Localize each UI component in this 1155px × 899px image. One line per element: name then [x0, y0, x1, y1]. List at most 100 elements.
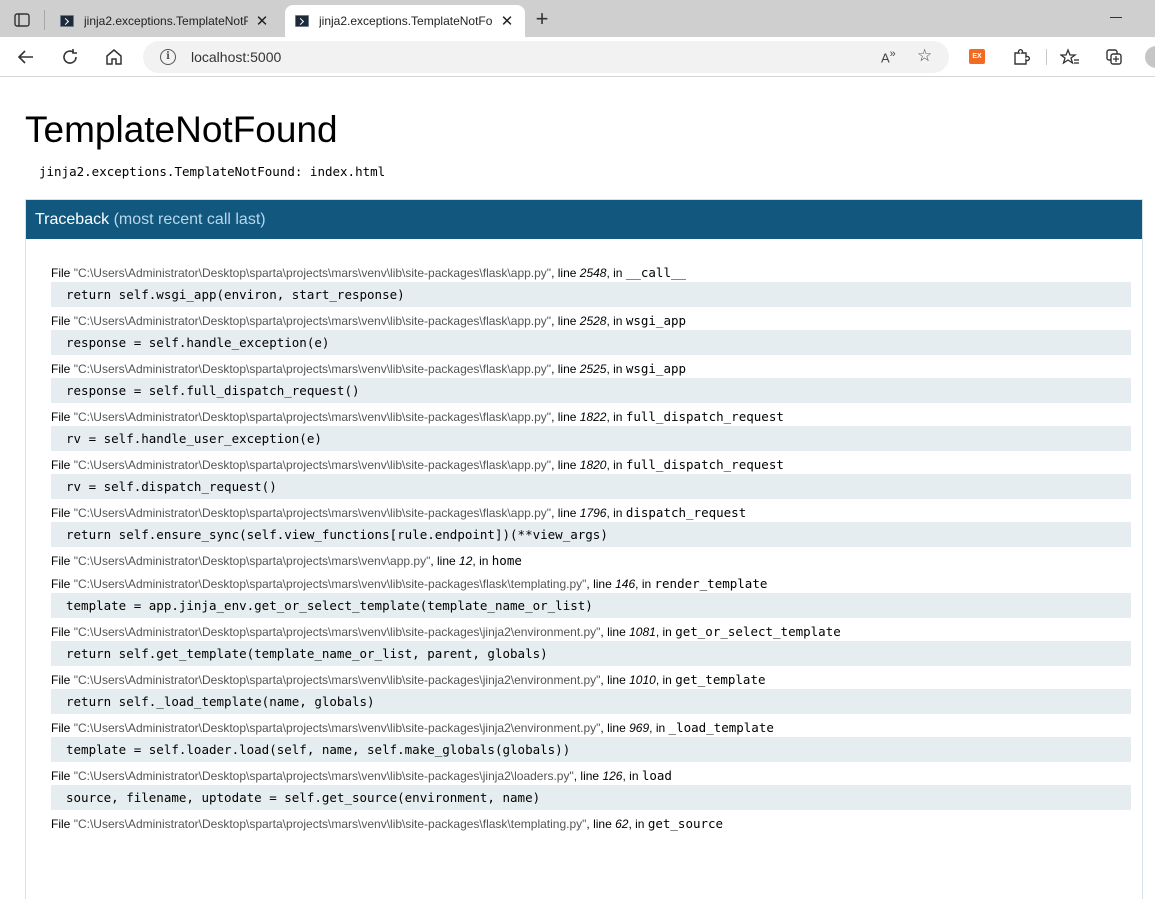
file-label: File [51, 314, 71, 328]
frame-source-line[interactable]: response = self.handle_exception(e) [51, 330, 1131, 355]
traceback-frame[interactable]: File "C:\Users\Administrator\Desktop\spa… [51, 311, 1131, 355]
refresh-icon [63, 49, 77, 64]
frame-file-path: "C:\Users\Administrator\Desktop\sparta\p… [73, 458, 552, 472]
traceback-frame[interactable]: File "C:\Users\Administrator\Desktop\spa… [51, 263, 1131, 307]
in-label: in [662, 673, 672, 687]
line-label: line [437, 554, 456, 568]
extensions-button[interactable] [1007, 43, 1035, 71]
frame-function-name: _load_template [668, 720, 774, 735]
file-label: File [51, 817, 71, 831]
home-icon [106, 49, 122, 65]
site-info-icon[interactable]: i [160, 49, 176, 65]
frame-source-line[interactable]: rv = self.handle_user_exception(e) [51, 426, 1131, 451]
browser-tab-2[interactable]: jinja2.exceptions.TemplateNotFou ✕ [285, 5, 525, 37]
line-label: line [607, 721, 626, 735]
add-favorite-icon[interactable]: ☆ [917, 46, 932, 66]
frame-location: File "C:\Users\Administrator\Desktop\spa… [51, 505, 747, 520]
address-bar[interactable]: i localhost:5000 A» ☆ [143, 41, 949, 73]
traceback-frame[interactable]: File "C:\Users\Administrator\Desktop\spa… [51, 622, 1131, 666]
line-label: line [593, 577, 612, 591]
in-label: in [629, 769, 639, 783]
browser-toolbar: i localhost:5000 A» ☆ EX [0, 37, 1155, 77]
tab-actions-button[interactable] [8, 8, 36, 32]
frame-source-line[interactable]: response = self.full_dispatch_request() [51, 378, 1131, 403]
frame-line-number: 1796 [579, 506, 607, 520]
tab-separator [44, 10, 45, 30]
tab-actions-icon [14, 13, 30, 27]
file-label: File [51, 362, 71, 376]
traceback-subheading: (most recent call last) [113, 211, 266, 228]
frame-file-path: "C:\Users\Administrator\Desktop\sparta\p… [73, 673, 601, 687]
frame-line-number: 146 [615, 577, 636, 591]
minimize-window-icon[interactable] [1110, 17, 1122, 18]
frame-source-line[interactable]: source, filename, uptodate = self.get_so… [51, 785, 1131, 810]
traceback-frame[interactable]: File "C:\Users\Administrator\Desktop\spa… [51, 574, 1131, 618]
collections-button[interactable] [1100, 43, 1128, 71]
frame-line-number: 969 [629, 721, 650, 735]
traceback-frame[interactable]: File "C:\Users\Administrator\Desktop\spa… [51, 407, 1131, 451]
line-label: line [557, 410, 577, 424]
in-label: in [613, 314, 623, 328]
tab-title: jinja2.exceptions.TemplateNotFou [84, 14, 248, 28]
traceback-frame[interactable]: File "C:\Users\Administrator\Desktop\spa… [51, 551, 1131, 570]
traceback-frame[interactable]: File "C:\Users\Administrator\Desktop\spa… [51, 766, 1131, 810]
extension-icon[interactable]: EX [969, 49, 985, 64]
frame-function-name: full_dispatch_request [625, 457, 784, 472]
read-aloud-label: A [881, 50, 890, 66]
refresh-button[interactable] [56, 43, 84, 71]
frame-source-line[interactable]: return self.ensure_sync(self.view_functi… [51, 522, 1131, 547]
favorites-button[interactable] [1056, 43, 1084, 71]
frame-location: File "C:\Users\Administrator\Desktop\spa… [51, 553, 522, 568]
profile-avatar[interactable] [1145, 46, 1155, 68]
frame-line-number: 1010 [629, 673, 656, 687]
in-label: in [479, 554, 489, 568]
traceback-frame[interactable]: File "C:\Users\Administrator\Desktop\spa… [51, 814, 1131, 833]
traceback-frame[interactable]: File "C:\Users\Administrator\Desktop\spa… [51, 670, 1131, 714]
line-label: line [557, 362, 577, 376]
frame-source-line[interactable]: template = self.loader.load(self, name, … [51, 737, 1131, 762]
traceback-header: Traceback (most recent call last) [26, 200, 1142, 239]
line-label: line [593, 817, 612, 831]
frame-location: File "C:\Users\Administrator\Desktop\spa… [51, 768, 672, 783]
frame-function-name: get_or_select_template [675, 624, 841, 639]
file-label: File [51, 721, 71, 735]
close-tab-icon[interactable]: ✕ [254, 13, 270, 30]
frame-line-number: 2525 [579, 362, 607, 376]
line-label: line [607, 673, 626, 687]
collections-icon [1106, 49, 1122, 65]
new-tab-button[interactable]: + [530, 8, 554, 32]
file-label: File [51, 506, 71, 520]
traceback-panel: Traceback (most recent call last) File "… [25, 199, 1143, 899]
frame-location: File "C:\Users\Administrator\Desktop\spa… [51, 720, 774, 735]
frame-line-number: 1820 [579, 458, 607, 472]
frame-file-path: "C:\Users\Administrator\Desktop\sparta\p… [73, 721, 601, 735]
traceback-frame[interactable]: File "C:\Users\Administrator\Desktop\spa… [51, 503, 1131, 547]
traceback-frame[interactable]: File "C:\Users\Administrator\Desktop\spa… [51, 718, 1131, 762]
error-title: TemplateNotFound [25, 109, 338, 150]
traceback-frame[interactable]: File "C:\Users\Administrator\Desktop\spa… [51, 455, 1131, 499]
traceback-frame[interactable]: File "C:\Users\Administrator\Desktop\spa… [51, 359, 1131, 403]
frame-line-number: 2548 [579, 266, 607, 280]
terminal-favicon-icon [60, 15, 74, 27]
close-tab-icon[interactable]: ✕ [499, 13, 515, 30]
frame-function-name: full_dispatch_request [625, 409, 784, 424]
frame-source-line[interactable]: return self.wsgi_app(environ, start_resp… [51, 282, 1131, 307]
frame-source-line[interactable]: return self.get_template(template_name_o… [51, 641, 1131, 666]
browser-tab-1[interactable]: jinja2.exceptions.TemplateNotFou ✕ [50, 5, 280, 37]
frame-file-path: "C:\Users\Administrator\Desktop\sparta\p… [73, 554, 431, 568]
frame-source-line[interactable]: rv = self.dispatch_request() [51, 474, 1131, 499]
frame-source-line[interactable]: return self._load_template(name, globals… [51, 689, 1131, 714]
line-label: line [557, 506, 577, 520]
frame-function-name: __call__ [625, 265, 687, 280]
toolbar-separator [1046, 49, 1047, 65]
url-text[interactable]: localhost:5000 [191, 49, 281, 65]
in-label: in [613, 362, 623, 376]
file-label: File [51, 673, 71, 687]
frame-file-path: "C:\Users\Administrator\Desktop\sparta\p… [73, 410, 552, 424]
back-button[interactable] [12, 43, 40, 71]
frame-source-line[interactable]: template = app.jinja_env.get_or_select_t… [51, 593, 1131, 618]
home-button[interactable] [100, 43, 128, 71]
frame-location: File "C:\Users\Administrator\Desktop\spa… [51, 624, 841, 639]
read-aloud-icon[interactable]: A» [881, 48, 896, 65]
frame-file-path: "C:\Users\Administrator\Desktop\sparta\p… [73, 314, 552, 328]
